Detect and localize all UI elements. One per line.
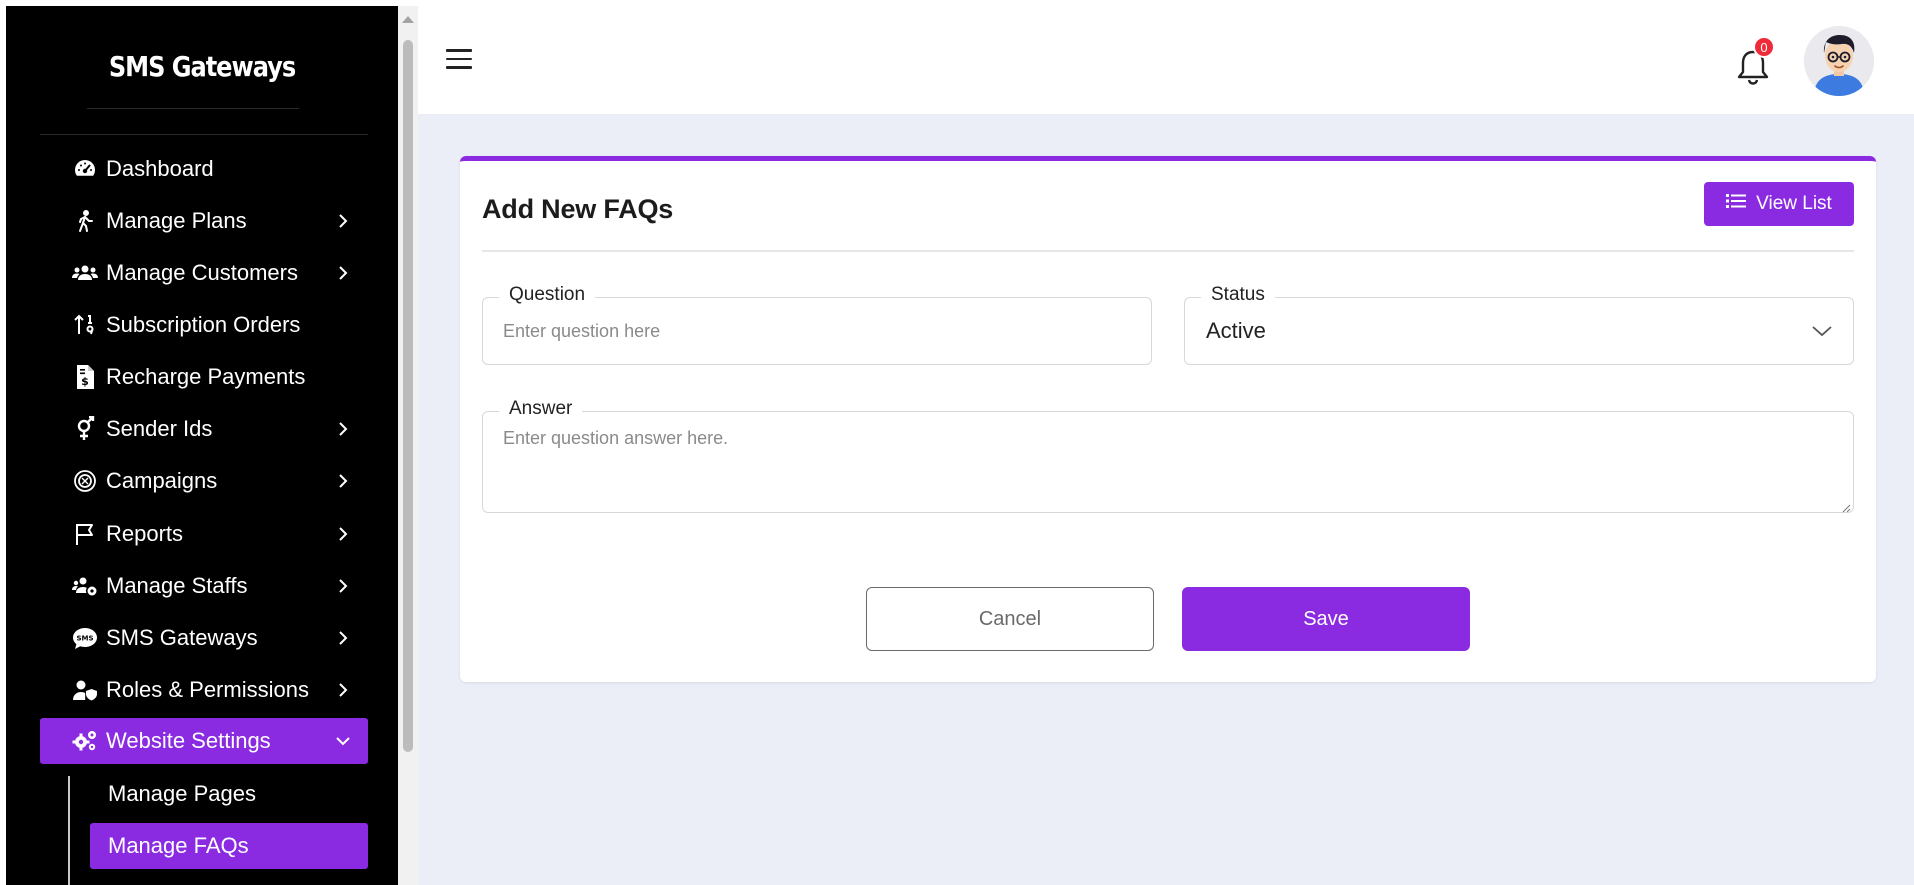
sidebar-item-subscription-orders[interactable]: Subscription Orders — [40, 302, 368, 348]
invoice-dollar-icon: $ — [72, 364, 98, 390]
svg-text:SMS: SMS — [76, 635, 93, 643]
cancel-button[interactable]: Cancel — [866, 587, 1154, 651]
chevron-right-icon — [336, 266, 350, 280]
notification-count-badge: 0 — [1753, 36, 1775, 58]
submenu-item-manage-faqs[interactable]: Manage FAQs — [90, 823, 368, 869]
sidebar-item-label: Manage Customers — [106, 260, 298, 285]
sidebar-item-reports[interactable]: Reports — [40, 511, 368, 557]
sidebar-scrollbar[interactable] — [398, 6, 418, 885]
sidebar-item-label: Manage Staffs — [106, 573, 248, 598]
resize-grip-icon[interactable] — [1841, 500, 1851, 513]
brand-underline — [87, 108, 299, 109]
question-field: Question — [482, 284, 1152, 365]
sidebar: SMS Gateways Dashboard Manage Plans Mana… — [6, 6, 398, 885]
sidebar-divider — [40, 134, 368, 135]
sidebar-item-label: Reports — [106, 521, 184, 546]
sidebar-item-manage-customers[interactable]: Manage Customers — [40, 250, 368, 296]
main-content: Add New FAQs View List Question Status A… — [418, 114, 1914, 885]
sidebar-item-label: Dashboard — [106, 156, 214, 181]
sidebar-item-label: Roles & Permissions — [106, 677, 309, 702]
card-divider — [482, 250, 1854, 252]
submenu-item-label: Manage Pages — [108, 781, 256, 806]
chevron-right-icon — [336, 474, 350, 488]
hamburger-menu-icon[interactable] — [446, 49, 472, 69]
status-field[interactable]: Status Active — [1184, 284, 1854, 365]
sidebar-item-label: Manage Plans — [106, 208, 247, 233]
sidebar-item-manage-staffs[interactable]: Manage Staffs — [40, 563, 368, 609]
page-title: Add New FAQs — [482, 194, 674, 224]
answer-field: Answer — [482, 398, 1854, 513]
submenu-item-label: Manage FAQs — [108, 833, 249, 858]
users-group-icon — [72, 260, 98, 286]
answer-label: Answer — [499, 398, 583, 420]
chevron-right-icon — [336, 527, 350, 541]
view-list-label: View List — [1756, 193, 1832, 214]
sidebar-item-sender-ids[interactable]: Sender Ids — [40, 406, 368, 452]
gender-symbol-icon — [72, 416, 98, 442]
users-cog-icon — [72, 573, 98, 599]
chevron-right-icon — [336, 631, 350, 645]
sidebar-item-label: Website Settings — [106, 728, 271, 753]
user-shield-icon — [72, 677, 98, 703]
answer-textarea[interactable] — [503, 428, 1833, 504]
sidebar-item-label: SMS Gateways — [106, 625, 258, 650]
brand-title: SMS Gateways — [108, 50, 296, 83]
campaign-circle-icon — [72, 468, 98, 494]
chevron-right-icon — [336, 579, 350, 593]
question-input[interactable] — [503, 298, 1131, 364]
speedometer-icon — [72, 156, 98, 182]
sidebar-item-label: Subscription Orders — [106, 312, 301, 337]
submenu-line — [68, 776, 70, 885]
scroll-up-arrow-icon[interactable] — [402, 16, 414, 23]
gears-icon — [72, 728, 98, 754]
chevron-right-icon — [336, 683, 350, 697]
list-icon — [1726, 193, 1747, 215]
flag-icon — [72, 521, 98, 547]
chevron-down-icon — [336, 734, 350, 748]
submenu-item-manage-pages[interactable]: Manage Pages — [90, 771, 368, 817]
chevron-right-icon — [336, 422, 350, 436]
sidebar-item-recharge-payments[interactable]: $ Recharge Payments — [40, 354, 368, 400]
sms-bubble-icon: SMS — [72, 625, 98, 651]
status-label: Status — [1201, 284, 1275, 306]
sidebar-item-sms-gateways[interactable]: SMS SMS Gateways — [40, 615, 368, 661]
top-header: 0 — [418, 6, 1914, 114]
view-list-button[interactable]: View List — [1704, 182, 1854, 226]
sidebar-item-campaigns[interactable]: Campaigns — [40, 458, 368, 504]
sidebar-item-label: Recharge Payments — [106, 364, 306, 389]
scrollbar-thumb[interactable] — [403, 40, 413, 752]
status-select[interactable]: Active — [1206, 318, 1266, 344]
faq-form-card: Add New FAQs View List Question Status A… — [460, 156, 1876, 682]
sidebar-item-manage-plans[interactable]: Manage Plans — [40, 198, 368, 244]
sidebar-item-label: Campaigns — [106, 468, 218, 493]
svg-text:$: $ — [81, 375, 89, 388]
chevron-down-icon[interactable] — [1811, 324, 1833, 338]
sidebar-item-website-settings[interactable]: Website Settings — [40, 718, 368, 764]
sort-numeric-icon — [72, 312, 98, 338]
sidebar-item-roles-permissions[interactable]: Roles & Permissions — [40, 667, 368, 713]
sidebar-item-label: Sender Ids — [106, 416, 213, 441]
sidebar-item-dashboard[interactable]: Dashboard — [40, 146, 368, 192]
user-avatar[interactable] — [1804, 26, 1874, 96]
save-button[interactable]: Save — [1182, 587, 1470, 651]
chevron-right-icon — [336, 214, 350, 228]
walking-person-icon — [72, 208, 98, 234]
